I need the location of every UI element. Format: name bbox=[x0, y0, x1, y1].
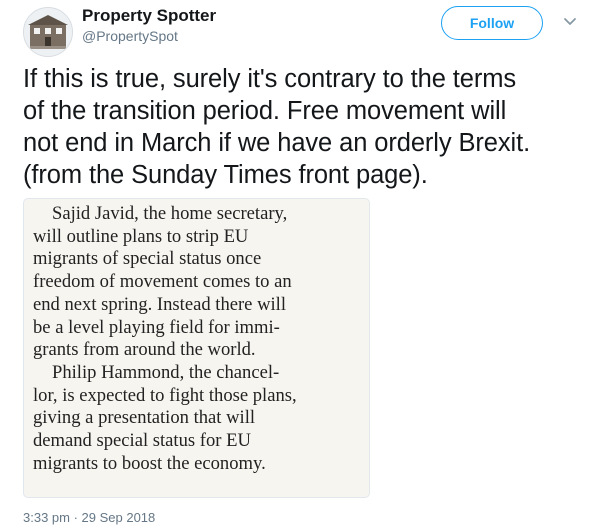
tweet-line: of the transition period. Free movement … bbox=[23, 97, 507, 125]
clip-line: end next spring. Instead there will bbox=[33, 293, 287, 315]
clip-line: be a level playing field for immi- bbox=[33, 316, 280, 338]
clip-line: demand special status for EU bbox=[33, 430, 251, 452]
tweet-text: If this is true, surely it's contrary to… bbox=[23, 63, 583, 191]
follow-button[interactable]: Follow bbox=[441, 6, 543, 40]
clip-line: giving a presentation that will bbox=[33, 407, 256, 429]
author-name[interactable]: Property Spotter bbox=[82, 6, 216, 26]
clip-line: Philip Hammond, the chancel- bbox=[52, 361, 280, 383]
tweet-line: (from the Sunday Times front page). bbox=[23, 161, 428, 189]
tweet-media-image[interactable]: Sajid Javid, the home secretary, will ou… bbox=[23, 198, 370, 498]
clip-line: grants from around the world. bbox=[33, 339, 256, 361]
clip-line: lor, is expected to fight those plans, bbox=[33, 384, 297, 406]
newspaper-clip: Sajid Javid, the home secretary, will ou… bbox=[24, 199, 369, 497]
author-handle[interactable]: @PropertySpot bbox=[82, 28, 178, 44]
clip-line: freedom of movement comes to an bbox=[33, 271, 292, 293]
clip-line: Sajid Javid, the home secretary, bbox=[52, 203, 288, 224]
clip-line: will outline plans to strip EU bbox=[33, 225, 249, 247]
tweet-line: not end in March if we have an orderly B… bbox=[23, 129, 531, 157]
chevron-down-icon[interactable] bbox=[563, 16, 577, 26]
avatar[interactable] bbox=[23, 7, 73, 57]
house-logo-icon bbox=[24, 8, 72, 56]
clip-line: migrants to boost the economy. bbox=[33, 452, 266, 474]
tweet-line: If this is true, surely it's contrary to… bbox=[23, 65, 517, 93]
clip-line: migrants of special status once bbox=[33, 248, 262, 270]
